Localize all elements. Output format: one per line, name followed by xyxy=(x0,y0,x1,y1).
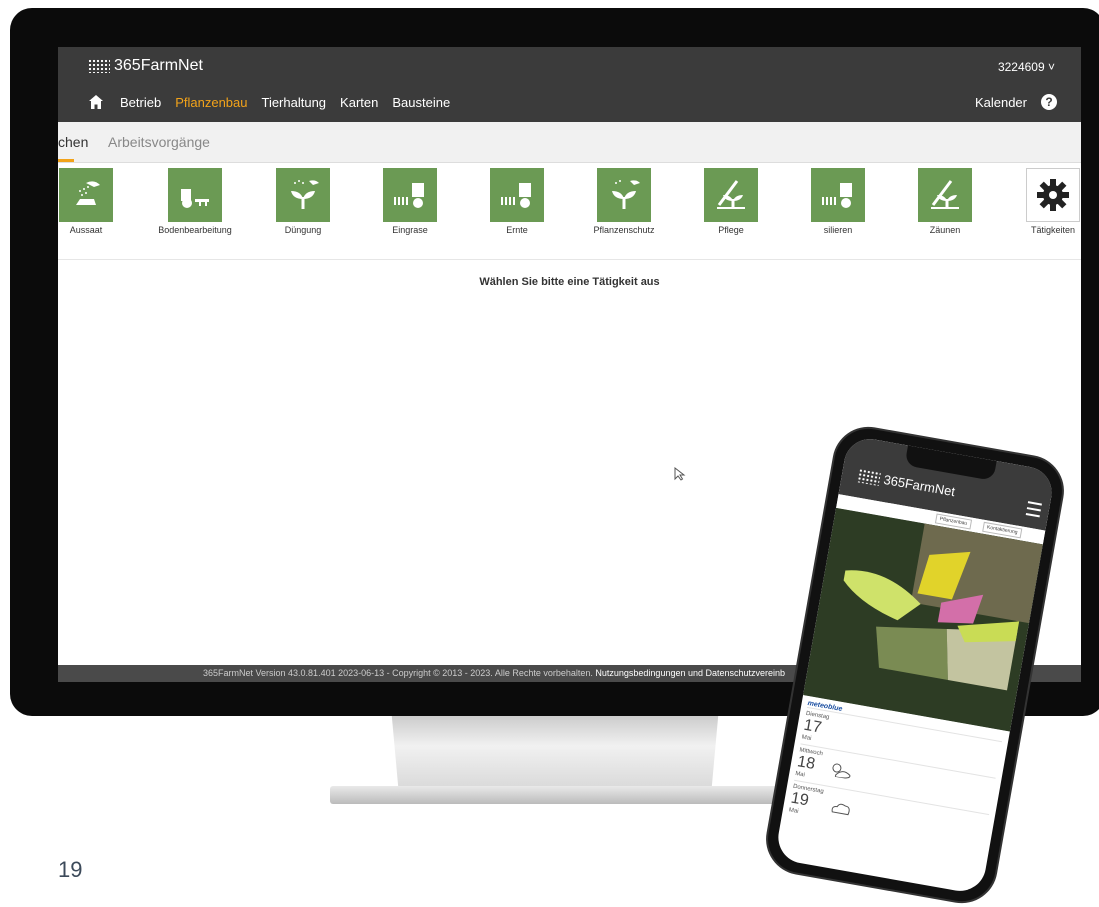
seeding-hand-icon xyxy=(76,181,100,205)
activity-label: silieren xyxy=(823,225,853,235)
activity-label: Aussaat xyxy=(69,225,103,235)
tab-arbeitsvorgaenge[interactable]: Arbeitsvorgänge xyxy=(108,134,210,150)
field-map[interactable] xyxy=(803,507,1043,732)
help-icon[interactable]: ? xyxy=(1041,94,1057,110)
activity-aussaat[interactable]: Aussaat xyxy=(58,168,131,235)
tractor-plough-icon xyxy=(181,189,209,208)
right-nav: Kalender ? xyxy=(975,94,1057,110)
activity-label: Zäunen xyxy=(929,225,961,235)
harvester-icon xyxy=(394,183,424,208)
activity-zaeunen[interactable]: Zäunen xyxy=(900,168,990,235)
nav-pflanzenbau[interactable]: Pflanzenbau xyxy=(175,95,247,110)
top-bar: 365FarmNet 3224609 ˅ Betrieb Pflanzenbau… xyxy=(58,47,1081,122)
main-nav: Betrieb Pflanzenbau Tierhaltung Karten B… xyxy=(88,94,464,110)
monitor-stand-neck xyxy=(391,716,719,791)
farmnet-logo-icon xyxy=(88,59,110,73)
activity-ernte[interactable]: Ernte xyxy=(472,168,562,235)
phone-brand: 365FarmNet xyxy=(882,471,957,500)
tab-current[interactable]: chen xyxy=(58,134,88,150)
activity-label: Pflanzenschutz xyxy=(593,225,655,235)
farmnet-logo-icon xyxy=(856,467,882,486)
activity-label: Bodenbearbeitung xyxy=(158,225,232,235)
account-menu[interactable]: 3224609 ˅ xyxy=(998,60,1055,74)
active-tab-indicator xyxy=(58,159,74,162)
cloud-icon xyxy=(831,803,850,816)
harvester-icon xyxy=(501,183,531,208)
monitor-stand-base xyxy=(330,786,792,804)
hoe-plant-icon xyxy=(931,180,959,209)
hamburger-menu-icon[interactable] xyxy=(1025,501,1042,518)
harvester-icon xyxy=(822,183,852,208)
activity-label: Pflege xyxy=(718,225,744,235)
terms-link[interactable]: Nutzungsbedingungen und Datenschutzverei… xyxy=(595,668,785,678)
hoe-plant-icon xyxy=(717,180,745,209)
activity-taetigkeiten[interactable]: Tätigkeiten xyxy=(1008,168,1081,235)
activity-pflanzenschutz[interactable]: Pflanzenschutz xyxy=(579,168,669,235)
satellite-map-image xyxy=(803,507,1043,732)
nav-karten[interactable]: Karten xyxy=(340,95,378,110)
activity-silieren[interactable]: silieren xyxy=(793,168,883,235)
activity-label: Eingrase xyxy=(392,225,428,235)
gear-icon xyxy=(1037,179,1069,211)
brand-name: 365FarmNet xyxy=(114,57,203,74)
partly-sunny-icon xyxy=(832,763,851,779)
nav-betrieb[interactable]: Betrieb xyxy=(120,95,161,110)
activity-label: Düngung xyxy=(284,225,322,235)
copyright-text: 365FarmNet Version 43.0.81.401 2023-06-1… xyxy=(203,668,593,678)
mouse-cursor-icon xyxy=(674,467,686,481)
activity-pflege[interactable]: Pflege xyxy=(686,168,776,235)
sub-tabs: chen Arbeitsvorgänge xyxy=(58,122,1081,163)
phone-logo[interactable]: 365FarmNet xyxy=(856,467,957,500)
activity-duengung[interactable]: Düngung xyxy=(258,168,348,235)
activity-eingrase[interactable]: Eingrase xyxy=(365,168,455,235)
crop-protection-icon xyxy=(612,180,640,209)
activity-bodenbearbeitung[interactable]: Bodenbearbeitung xyxy=(150,168,240,235)
activity-row: Aussaat Bodenbearbeitung Düngung Eingras… xyxy=(58,163,1081,260)
empty-state-prompt: Wählen Sie bitte eine Tätigkeit aus xyxy=(479,276,660,288)
app-logo[interactable]: 365FarmNet xyxy=(88,57,203,75)
page-number: 19 xyxy=(58,857,83,882)
fertilizer-plant-icon xyxy=(291,180,319,209)
activity-label: Tätigkeiten xyxy=(1030,225,1076,235)
nav-tierhaltung[interactable]: Tierhaltung xyxy=(261,95,326,110)
nav-bausteine[interactable]: Bausteine xyxy=(392,95,450,110)
home-icon[interactable] xyxy=(88,94,104,110)
calendar-link[interactable]: Kalender xyxy=(975,95,1027,110)
activity-label: Ernte xyxy=(506,225,528,235)
